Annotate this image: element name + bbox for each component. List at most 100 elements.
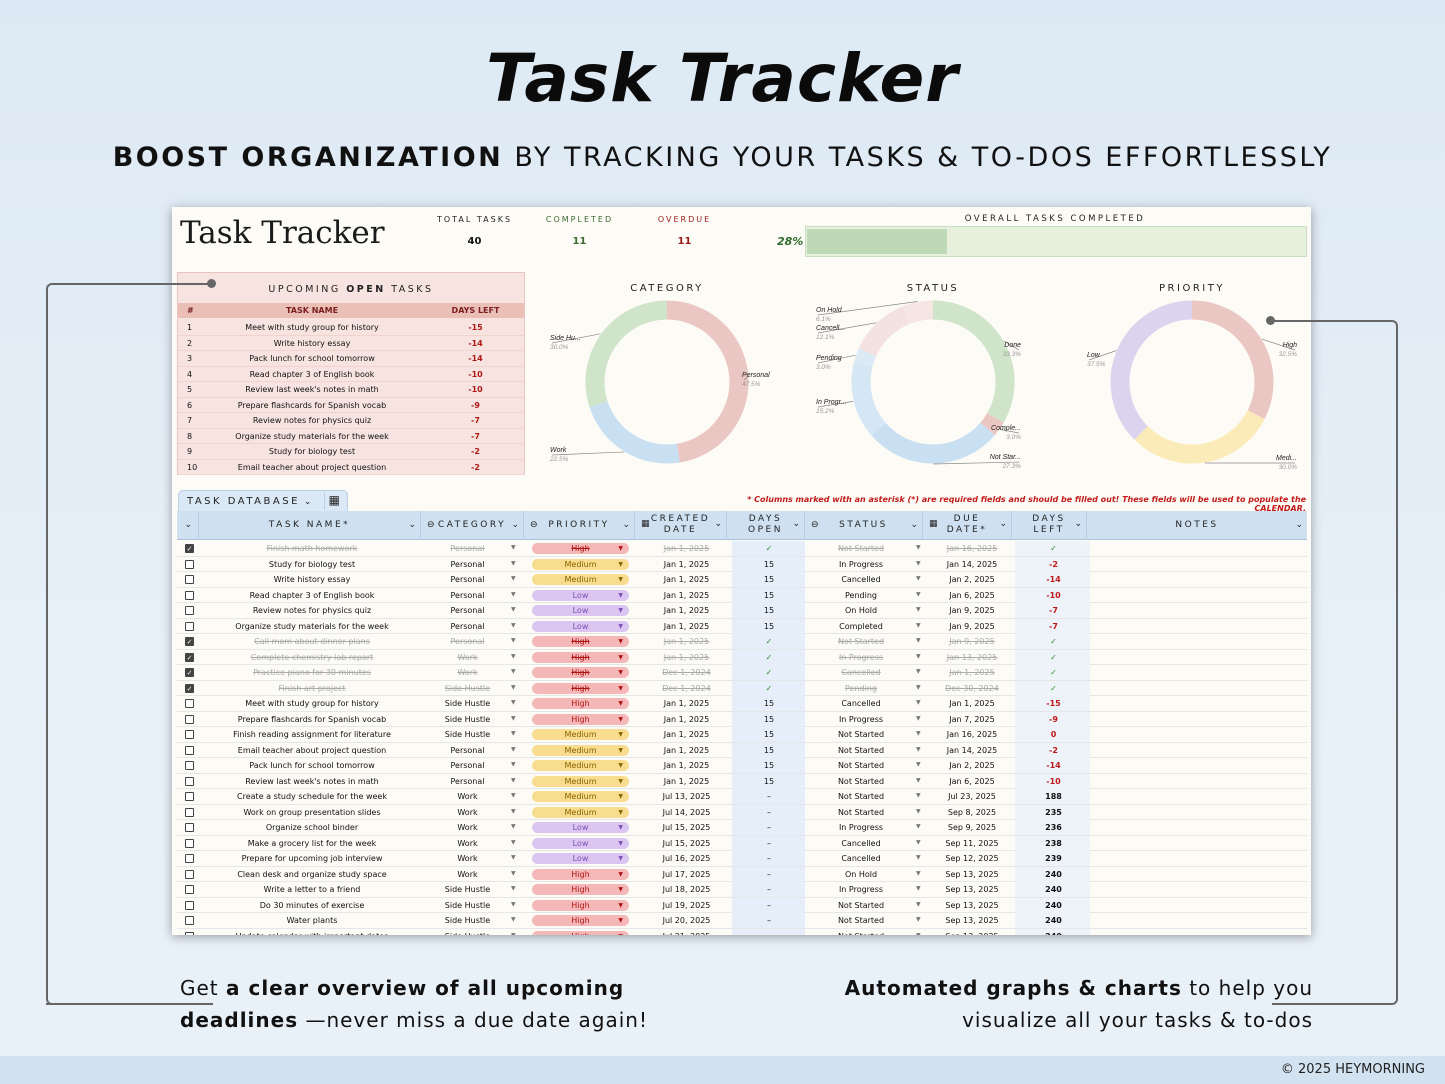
priority-pill[interactable]: Medium ▼ <box>532 744 629 756</box>
task-status[interactable]: In Progress <box>809 823 913 832</box>
category-dropdown-icon[interactable]: ▼ <box>511 653 516 660</box>
status-dropdown-icon[interactable]: ▼ <box>916 637 921 644</box>
status-dropdown-icon[interactable]: ▼ <box>916 823 921 830</box>
status-dropdown-icon[interactable]: ▼ <box>916 792 921 799</box>
task-name[interactable]: Practice piano for 30 minutes <box>202 668 422 677</box>
col-due-date[interactable]: ▦ DUE DATE* ⌄ <box>923 511 1012 540</box>
task-category[interactable]: Side Hustle <box>425 916 510 925</box>
task-status[interactable]: Pending <box>809 591 913 600</box>
priority-pill[interactable]: Medium ▼ <box>532 775 629 787</box>
status-dropdown-icon[interactable]: ▼ <box>916 684 921 691</box>
task-category[interactable]: Work <box>425 839 510 848</box>
task-status[interactable]: Cancelled <box>809 668 913 677</box>
category-dropdown-icon[interactable]: ▼ <box>511 901 516 908</box>
task-created-date[interactable]: Jul 16, 2025 <box>639 854 734 863</box>
task-status[interactable]: Not Started <box>809 777 913 786</box>
priority-pill[interactable]: High ▼ <box>532 636 629 647</box>
task-category[interactable]: Personal <box>425 777 510 786</box>
status-dropdown-icon[interactable]: ▼ <box>916 560 921 567</box>
task-status[interactable]: On Hold <box>809 870 913 879</box>
category-dropdown-icon[interactable]: ▼ <box>511 560 516 567</box>
status-dropdown-icon[interactable]: ▼ <box>916 932 921 936</box>
category-dropdown-icon[interactable]: ▼ <box>511 699 516 706</box>
task-category[interactable]: Work <box>425 854 510 863</box>
category-dropdown-icon[interactable]: ▼ <box>511 854 516 861</box>
task-status[interactable]: On Hold <box>809 606 913 615</box>
task-created-date[interactable]: Jan 1, 2025 <box>639 715 734 724</box>
task-status[interactable]: Cancelled <box>809 575 913 584</box>
task-status[interactable]: Pending <box>809 684 913 693</box>
category-dropdown-icon[interactable]: ▼ <box>511 622 516 629</box>
priority-pill[interactable]: High ▼ <box>532 713 629 725</box>
calculator-icon[interactable]: ▦ <box>324 493 346 510</box>
task-created-date[interactable]: Jul 15, 2025 <box>639 823 734 832</box>
task-due-date[interactable]: Jan 2, 2025 <box>928 575 1016 584</box>
task-status[interactable]: Not Started <box>809 746 913 755</box>
task-status[interactable]: In Progress <box>809 560 913 569</box>
task-name[interactable]: Organize study materials for the week <box>202 622 422 631</box>
task-status[interactable]: Not Started <box>809 901 913 910</box>
col-days-left[interactable]: DAYS LEFT ⌄ <box>1012 511 1087 540</box>
status-dropdown-icon[interactable]: ▼ <box>916 653 921 660</box>
category-dropdown-icon[interactable]: ▼ <box>511 761 516 768</box>
task-created-date[interactable]: Jan 1, 2025 <box>639 591 734 600</box>
category-dropdown-icon[interactable]: ▼ <box>511 746 516 753</box>
task-category[interactable]: Work <box>425 823 510 832</box>
task-category[interactable]: Personal <box>425 544 510 553</box>
task-status[interactable]: Not Started <box>809 637 913 646</box>
task-created-date[interactable]: Jan 1, 2025 <box>639 761 734 770</box>
task-status[interactable]: In Progress <box>809 885 913 894</box>
status-dropdown-icon[interactable]: ▼ <box>916 885 921 892</box>
task-created-date[interactable]: Jul 19, 2025 <box>639 901 734 910</box>
category-dropdown-icon[interactable]: ▼ <box>511 668 516 675</box>
task-status[interactable]: In Progress <box>809 653 913 662</box>
task-created-date[interactable]: Jan 1, 2025 <box>639 699 734 708</box>
priority-pill[interactable]: High ▼ <box>532 868 629 880</box>
task-category[interactable]: Side Hustle <box>425 684 510 693</box>
task-created-date[interactable]: Jan 1, 2025 <box>639 653 734 662</box>
status-dropdown-icon[interactable]: ▼ <box>916 606 921 613</box>
task-created-date[interactable]: Jan 1, 2025 <box>639 637 734 646</box>
priority-pill[interactable]: High ▼ <box>532 682 629 694</box>
task-status[interactable]: Completed <box>809 622 913 631</box>
priority-pill[interactable]: Low ▼ <box>532 620 629 632</box>
task-name[interactable]: Read chapter 3 of English book <box>202 591 422 600</box>
task-due-date[interactable]: Sep 13, 2025 <box>928 870 1016 879</box>
status-dropdown-icon[interactable]: ▼ <box>916 854 921 861</box>
task-name[interactable]: Write history essay <box>202 575 422 584</box>
priority-pill[interactable]: Medium ▼ <box>532 574 629 585</box>
task-status[interactable]: Not Started <box>809 544 913 553</box>
task-category[interactable]: Work <box>425 870 510 879</box>
status-dropdown-icon[interactable]: ▼ <box>916 808 921 815</box>
task-due-date[interactable]: Jan 6, 2025 <box>928 777 1016 786</box>
task-status[interactable]: Not Started <box>809 916 913 925</box>
category-dropdown-icon[interactable]: ▼ <box>511 637 516 644</box>
task-due-date[interactable]: Sep 13, 2025 <box>928 885 1016 894</box>
priority-pill[interactable]: Medium ▼ <box>532 729 629 740</box>
category-dropdown-icon[interactable]: ▼ <box>511 792 516 799</box>
priority-pill[interactable]: Medium ▼ <box>532 806 629 818</box>
task-name[interactable]: Pack lunch for school tomorrow <box>202 761 422 770</box>
status-dropdown-icon[interactable]: ▼ <box>916 544 921 551</box>
task-created-date[interactable]: Jul 15, 2025 <box>639 839 734 848</box>
task-due-date[interactable]: Sep 13, 2025 <box>928 932 1016 936</box>
status-dropdown-icon[interactable]: ▼ <box>916 715 921 722</box>
task-name[interactable]: Prepare flashcards for Spanish vocab <box>202 715 422 724</box>
priority-pill[interactable]: High ▼ <box>532 698 629 709</box>
task-category[interactable]: Personal <box>425 575 510 584</box>
task-name[interactable]: Do 30 minutes of exercise <box>202 901 422 910</box>
task-due-date[interactable]: Sep 13, 2025 <box>928 901 1016 910</box>
task-created-date[interactable]: Jul 20, 2025 <box>639 916 734 925</box>
task-name[interactable]: Write a letter to a friend <box>202 885 422 894</box>
task-due-date[interactable]: Sep 11, 2025 <box>928 839 1016 848</box>
category-dropdown-icon[interactable]: ▼ <box>511 591 516 598</box>
task-due-date[interactable]: Jan 9, 2025 <box>928 606 1016 615</box>
task-due-date[interactable]: Jan 16, 2025 <box>928 730 1016 739</box>
task-created-date[interactable]: Jan 1, 2025 <box>639 746 734 755</box>
category-dropdown-icon[interactable]: ▼ <box>511 885 516 892</box>
task-category[interactable]: Side Hustle <box>425 885 510 894</box>
task-category[interactable]: Personal <box>425 591 510 600</box>
task-name[interactable]: Call mom about dinner plans <box>202 637 422 646</box>
status-dropdown-icon[interactable]: ▼ <box>916 746 921 753</box>
task-due-date[interactable]: Jan 14, 2025 <box>928 560 1016 569</box>
